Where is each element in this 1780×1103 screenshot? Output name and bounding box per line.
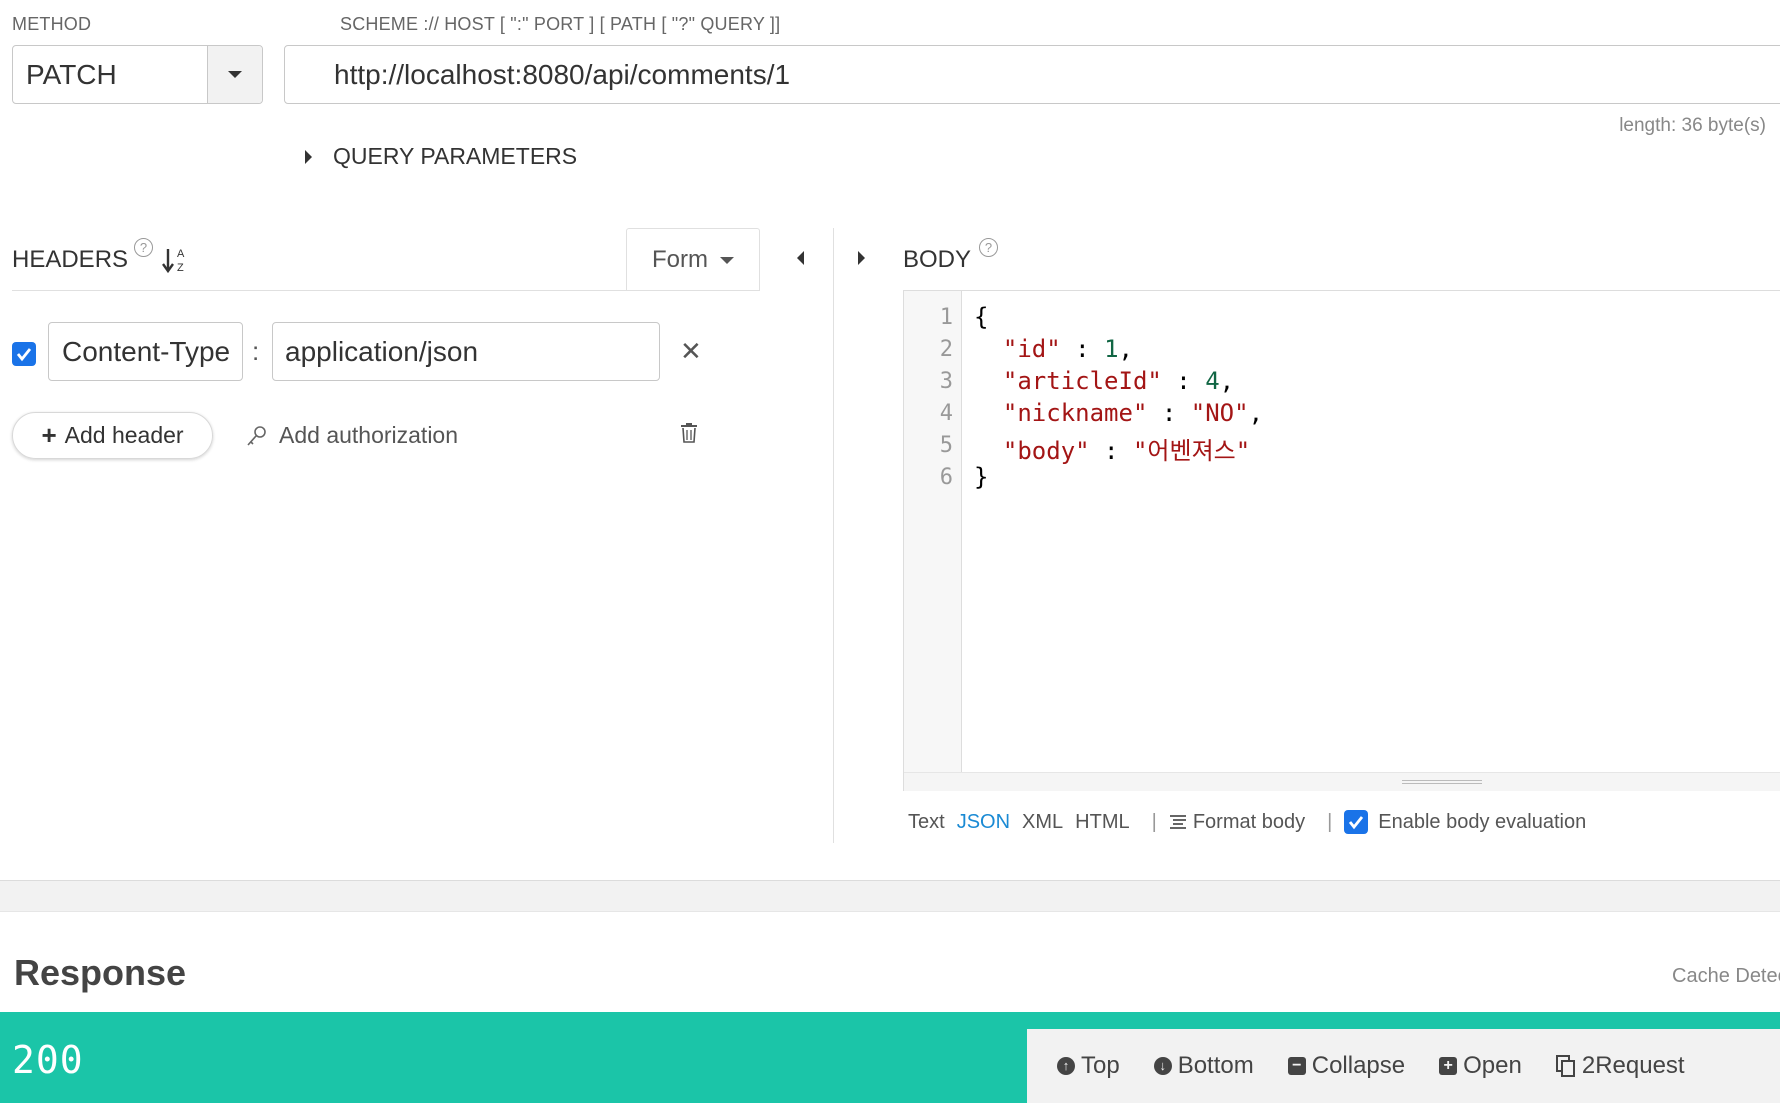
enable-eval-label: Enable body evaluation	[1378, 810, 1587, 833]
json-key: "nickname"	[1002, 399, 1148, 427]
form-label: Form	[652, 246, 708, 273]
body-title: BODY	[903, 246, 972, 273]
plus-icon: +	[41, 420, 57, 450]
to-request-label: 2Request	[1581, 1052, 1685, 1079]
code-line: "articleId" : 4,	[1002, 367, 1235, 395]
collapse-label: Collapse	[1311, 1052, 1406, 1079]
header-separator: :	[252, 336, 260, 366]
headers-form-dropdown[interactable]: Form	[626, 228, 760, 291]
json-value: "NO"	[1190, 399, 1249, 427]
line-number: 3	[939, 369, 953, 394]
chevron-left-icon	[797, 251, 804, 265]
response-title: Response	[14, 952, 187, 993]
collapse-left-button[interactable]	[797, 251, 804, 265]
separator: |	[1327, 810, 1333, 833]
add-header-label: Add header	[64, 422, 184, 448]
json-value: 4	[1205, 367, 1220, 395]
method-value: PATCH	[26, 59, 117, 90]
url-input[interactable]: http://localhost:8080/api/comments/1	[284, 45, 1780, 104]
json-value: "어벤져스"	[1132, 437, 1251, 465]
format-json[interactable]: JSON	[957, 811, 1010, 834]
top-button[interactable]: ↑ Top	[1057, 1052, 1120, 1080]
top-label: Top	[1081, 1052, 1120, 1079]
trash-icon[interactable]	[680, 422, 698, 444]
svg-text:A: A	[177, 248, 185, 260]
query-parameters-label: QUERY PARAMETERS	[333, 143, 578, 169]
format-body-button[interactable]: Format body	[1169, 811, 1305, 834]
section-divider	[0, 880, 1780, 912]
add-authorization-label: Add authorization	[279, 422, 459, 448]
code-line: "nickname" : "NO",	[1002, 399, 1264, 427]
chevron-down-icon	[720, 256, 734, 264]
response-toolbar: ↑ Top ↓ Bottom − Collapse + Open 2Reques…	[1027, 1029, 1780, 1103]
code-line: }	[974, 463, 988, 491]
line-number: 4	[939, 401, 953, 426]
svg-text:Z: Z	[177, 262, 184, 274]
remove-header-icon[interactable]: ✕	[680, 336, 702, 367]
sort-alpha-icon[interactable]: A Z	[162, 246, 188, 280]
align-icon	[1169, 815, 1186, 829]
json-key: "id"	[1002, 335, 1061, 363]
format-xml[interactable]: XML	[1022, 811, 1063, 834]
collapse-button[interactable]: − Collapse	[1287, 1052, 1406, 1080]
code-line: "id" : 1,	[1002, 335, 1133, 363]
arrow-down-icon: ↓	[1153, 1057, 1172, 1075]
url-label: SCHEME :// HOST [ ":" PORT ] [ PATH [ "?…	[340, 14, 781, 34]
url-length-info: length: 36 byte(s)	[1619, 115, 1766, 136]
arrow-up-icon: ↑	[1057, 1057, 1075, 1075]
open-button[interactable]: + Open	[1439, 1052, 1522, 1080]
help-icon[interactable]: ?	[979, 238, 998, 257]
to-request-button[interactable]: 2Request	[1555, 1052, 1685, 1080]
enable-eval-checkbox[interactable]	[1344, 810, 1369, 834]
chevron-right-icon	[305, 149, 312, 164]
add-authorization-button[interactable]: Add authorization	[245, 422, 458, 449]
code-brace: }	[974, 463, 989, 491]
bottom-button[interactable]: ↓ Bottom	[1153, 1052, 1254, 1080]
body-editor[interactable]: 1 2 3 4 5 6 { "id" : 1, "articleId" : 4,…	[903, 290, 1780, 791]
line-number-gutter: 1 2 3 4 5 6	[904, 291, 962, 772]
json-key: "body"	[1002, 437, 1090, 465]
json-key: "articleId"	[1002, 367, 1162, 395]
cache-detection-label: Cache Detec	[1672, 965, 1780, 987]
status-code: 200	[12, 1038, 84, 1082]
headers-divider	[12, 290, 760, 291]
method-select[interactable]: PATCH	[12, 45, 263, 104]
expand-right-button[interactable]	[858, 251, 865, 265]
query-parameters-toggle[interactable]: QUERY PARAMETERS	[305, 143, 577, 170]
editor-resize-handle[interactable]	[904, 772, 1780, 791]
method-dropdown-button[interactable]	[207, 46, 262, 103]
headers-title: HEADERS	[12, 246, 129, 273]
open-label: Open	[1463, 1052, 1522, 1079]
chevron-right-icon	[858, 251, 865, 265]
check-icon	[1349, 816, 1364, 830]
check-icon	[16, 348, 32, 362]
header-enabled-checkbox[interactable]	[12, 342, 36, 366]
line-number: 6	[939, 465, 953, 490]
json-value: 1	[1104, 335, 1119, 363]
separator: |	[1151, 810, 1157, 833]
add-header-button[interactable]: + Add header	[12, 412, 213, 459]
minus-square-icon: −	[1287, 1057, 1306, 1075]
code-line: {	[974, 303, 988, 331]
panel-splitter[interactable]	[833, 228, 834, 843]
plus-square-icon: +	[1439, 1057, 1458, 1075]
chevron-down-icon	[228, 71, 242, 78]
line-number: 2	[939, 337, 953, 362]
line-number: 1	[939, 305, 953, 330]
copy-icon	[1555, 1055, 1575, 1077]
method-label: METHOD	[12, 14, 92, 34]
code-line: "body" : "어벤져스"	[1002, 437, 1251, 465]
bottom-label: Bottom	[1177, 1052, 1254, 1079]
help-icon[interactable]: ?	[134, 238, 153, 257]
header-name-input[interactable]: Content-Type	[48, 322, 243, 381]
header-value-input[interactable]: application/json	[272, 322, 660, 381]
body-format-bar: Text JSON XML HTML | Format body | Enabl…	[908, 810, 1598, 834]
format-html[interactable]: HTML	[1075, 811, 1129, 834]
code-brace: {	[974, 303, 989, 331]
format-body-label: Format body	[1192, 810, 1306, 833]
line-number: 5	[939, 433, 953, 458]
format-text[interactable]: Text	[908, 811, 945, 834]
key-icon	[247, 425, 266, 446]
